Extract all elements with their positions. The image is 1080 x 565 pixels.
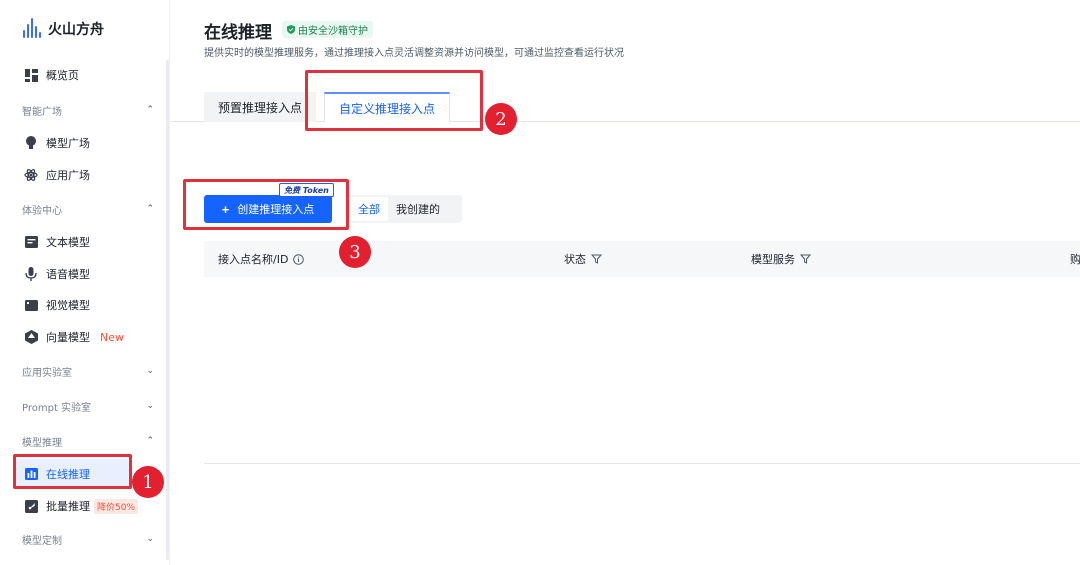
chevron-down-icon: ⌄ <box>146 366 154 376</box>
sidebar-item-label: 批量推理 <box>46 500 90 513</box>
filter-all[interactable]: 全部 <box>350 197 388 221</box>
sidebar-item-label: 模型广场 <box>46 137 90 150</box>
sidebar-group-label: 模型定制 <box>22 535 62 547</box>
filter-icon[interactable] <box>800 254 811 264</box>
create-endpoint-button[interactable]: + 创建推理接入点 <box>204 195 332 223</box>
column-header-truncated: 购 <box>1070 241 1080 277</box>
column-header-name: 接入点名称/ID <box>218 241 305 277</box>
shield-icon <box>287 25 295 34</box>
sidebar-group-experience[interactable]: 体验中心 ⌃ <box>22 199 154 219</box>
sidebar-group-prompt-lab[interactable]: Prompt 实验室 ⌄ <box>22 396 154 416</box>
sidebar-group-label: 应用实验室 <box>22 367 72 379</box>
sidebar-item-voice-model[interactable]: 语音模型 <box>14 259 164 289</box>
sidebar-item-label: 在线推理 <box>46 468 90 481</box>
vector-icon <box>24 330 38 344</box>
sidebar-group-label: 体验中心 <box>22 205 62 217</box>
chevron-down-icon: ⌄ <box>146 401 154 411</box>
column-label: 模型服务 <box>751 253 795 266</box>
tab-custom-endpoints[interactable]: 自定义推理接入点 <box>324 92 450 122</box>
sidebar-item-vision-model[interactable]: 视觉模型 <box>14 290 164 320</box>
brand-name: 火山方舟 <box>48 22 104 38</box>
security-badge: 由安全沙箱守护 <box>282 21 373 38</box>
text-box-icon <box>24 235 38 249</box>
plus-icon: + <box>221 201 230 217</box>
rocket-icon <box>24 499 38 513</box>
chevron-up-icon: ⌃ <box>146 436 154 446</box>
new-badge: New <box>100 330 124 344</box>
page-subtitle: 提供实时的模型推理服务，通过推理接入点灵活调整资源并访问模型，可通过监控查看运行… <box>204 48 624 59</box>
sidebar-scrollbar[interactable] <box>166 60 169 560</box>
atom-icon <box>24 168 38 182</box>
sidebar-item-online-inference[interactable]: 在线推理 <box>14 459 130 489</box>
free-token-badge: 免费 Token <box>279 183 334 197</box>
table-bottom-border <box>204 463 1080 464</box>
sidebar-group-label: 模型推理 <box>22 437 62 449</box>
filter-mine[interactable]: 我创建的 <box>388 197 448 221</box>
create-endpoint-label: 创建推理接入点 <box>237 204 315 216</box>
grid-icon <box>24 68 38 82</box>
video-icon <box>24 298 38 312</box>
sidebar-item-label: 语音模型 <box>46 268 90 281</box>
sidebar-group-smart-plaza[interactable]: 智能广场 ⌃ <box>22 100 154 120</box>
sidebar-item-text-model[interactable]: 文本模型 <box>14 227 164 257</box>
sidebar-item-label: 文本模型 <box>46 236 90 249</box>
column-label: 购 <box>1070 253 1080 266</box>
sidebar-group-model-custom[interactable]: 模型定制 ⌄ <box>22 529 154 549</box>
tab-preset-endpoints[interactable]: 预置推理接入点 <box>204 92 316 122</box>
volcano-logo-icon <box>22 18 42 40</box>
discount-badge: 降价50% <box>94 498 139 514</box>
annotation-number-2: 2 <box>485 103 517 135</box>
sidebar-item-vector-model[interactable]: 向量模型 New <box>14 322 164 352</box>
sidebar-item-label: 视觉模型 <box>46 299 90 312</box>
annotation-number-3: 3 <box>339 236 371 268</box>
column-label: 状态 <box>564 253 586 266</box>
sidebar-group-app-lab[interactable]: 应用实验室 ⌄ <box>22 361 154 381</box>
info-icon[interactable] <box>293 253 305 265</box>
bulb-icon <box>24 136 38 150</box>
microphone-icon <box>24 267 38 281</box>
sidebar-item-label: 概览页 <box>46 69 79 82</box>
brand-logo[interactable]: 火山方舟 <box>22 18 104 40</box>
table-header: 接入点名称/ID 状态 模型服务 购 <box>204 241 1080 277</box>
sidebar-group-label: 智能广场 <box>22 106 62 118</box>
sidebar-item-app-plaza[interactable]: 应用广场 <box>14 160 164 190</box>
chart-icon <box>24 467 38 481</box>
sidebar-item-label: 向量模型 <box>46 331 90 344</box>
sidebar-item-model-plaza[interactable]: 模型广场 <box>14 128 164 158</box>
sidebar-item-overview[interactable]: 概览页 <box>14 60 164 90</box>
chevron-up-icon: ⌃ <box>146 105 154 115</box>
column-header-model-service: 模型服务 <box>751 241 811 277</box>
security-badge-label: 由安全沙箱守护 <box>298 26 368 37</box>
sidebar-group-label: Prompt 实验室 <box>22 402 92 414</box>
ownership-filter: 全部 我创建的 <box>348 195 462 223</box>
page-title: 在线推理 <box>204 23 272 43</box>
chevron-down-icon: ⌄ <box>146 534 154 544</box>
sidebar-group-model-inference[interactable]: 模型推理 ⌃ <box>22 431 154 451</box>
column-header-status: 状态 <box>564 241 602 277</box>
filter-icon[interactable] <box>591 254 602 264</box>
column-label: 接入点名称/ID <box>218 253 289 266</box>
sidebar-item-label: 应用广场 <box>46 169 90 182</box>
chevron-up-icon: ⌃ <box>146 204 154 214</box>
annotation-number-1: 1 <box>132 466 164 498</box>
